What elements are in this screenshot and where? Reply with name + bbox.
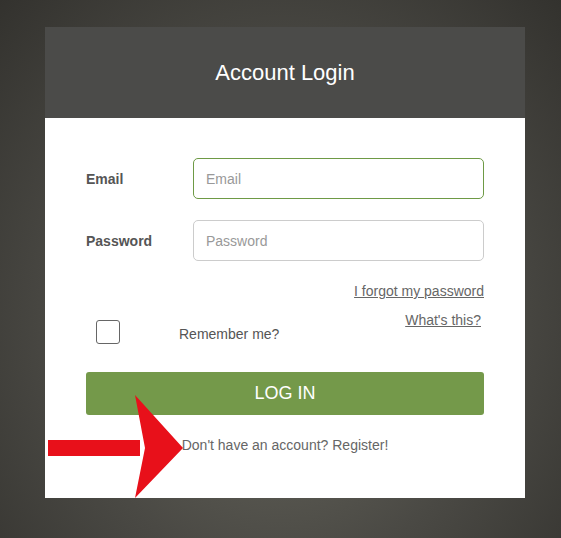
remember-row: Remember me?What's this? [86, 320, 484, 344]
remember-label: Remember me? [179, 326, 405, 342]
header-title: Account Login [215, 60, 354, 86]
whats-this-link[interactable]: What's this? [405, 312, 481, 328]
field-list: Email Password [86, 158, 484, 261]
red-arrow-icon [48, 395, 183, 498]
card-header: Account Login [45, 27, 525, 118]
field-row: Email [86, 158, 484, 199]
remember-checkbox[interactable] [96, 320, 120, 344]
forgot-row: I forgot my password [86, 283, 484, 299]
field-input[interactable] [193, 220, 484, 261]
field-row: Password [86, 220, 484, 261]
field-label: Password [86, 233, 193, 249]
field-input[interactable] [193, 158, 484, 199]
login-card: Account Login Email Password I forgot my pa… [45, 27, 525, 498]
forgot-password-link[interactable]: I forgot my password [354, 283, 484, 299]
login-page: Account Login Email Password I forgot my pa… [0, 0, 561, 538]
field-label: Email [86, 171, 193, 187]
